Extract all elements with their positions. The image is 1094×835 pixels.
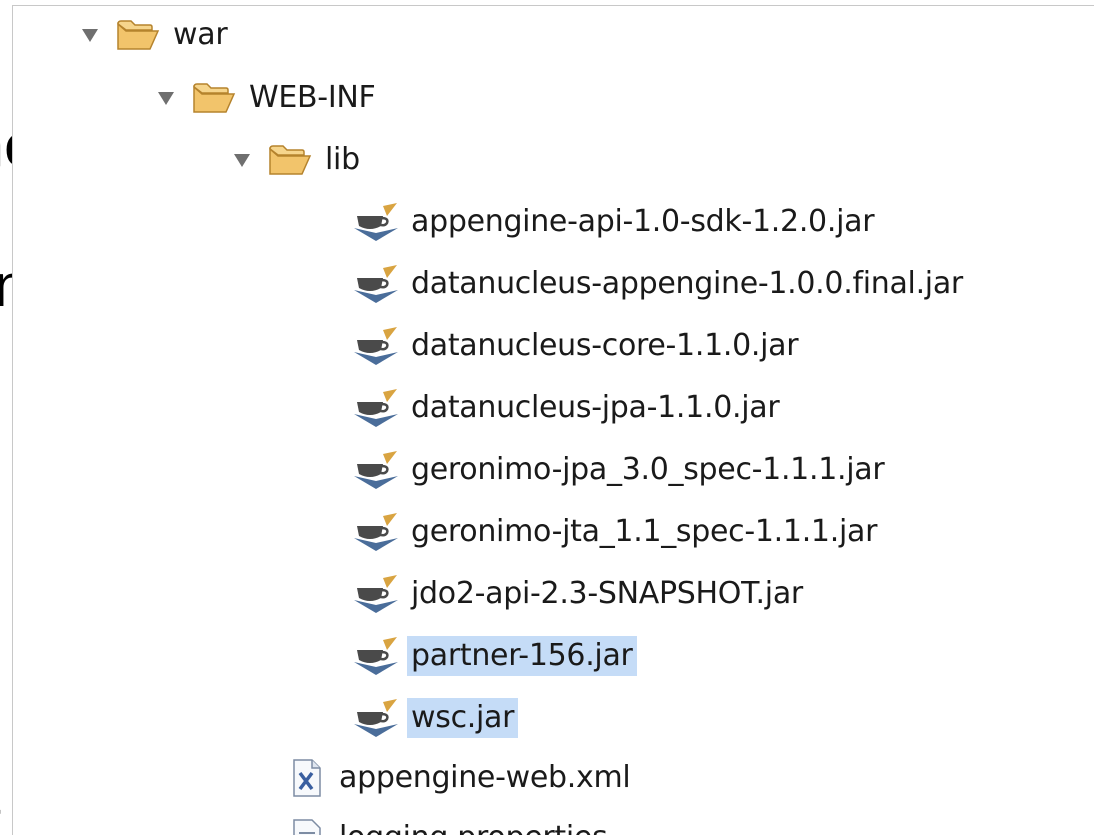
tree-item-label: geronimo-jpa_3.0_spec-1.1.1.jar xyxy=(411,452,885,487)
jar-icon xyxy=(353,698,399,738)
tree-item-war[interactable]: war xyxy=(79,13,231,57)
tree-item-label: datanucleus-core-1.1.0.jar xyxy=(411,328,799,363)
tree-item-label: partner-156.jar xyxy=(407,636,637,676)
tree-item-jar[interactable]: appengine-api-1.0-sdk-1.2.0.jar xyxy=(353,200,878,244)
expand-toggle-icon[interactable] xyxy=(79,25,101,45)
jar-icon xyxy=(353,450,399,490)
tree-item-jar-selected[interactable]: partner-156.jar xyxy=(353,634,637,678)
jar-icon xyxy=(353,264,399,304)
tree-item-label: geronimo-jta_1.1_spec-1.1.1.jar xyxy=(411,514,878,549)
tree-item-properties-file[interactable]: logging.properties xyxy=(287,816,611,835)
jar-icon xyxy=(353,636,399,676)
tree-item-label: datanucleus-jpa-1.1.0.jar xyxy=(411,390,780,425)
tree-item-jar[interactable]: datanucleus-core-1.1.0.jar xyxy=(353,324,802,368)
expand-toggle-icon[interactable] xyxy=(155,88,177,108)
tree-item-jar[interactable]: datanucleus-appengine-1.0.0.final.jar xyxy=(353,262,967,306)
open-folder-icon xyxy=(115,15,161,55)
jar-icon xyxy=(353,574,399,614)
tree-item-label: lib xyxy=(325,142,360,177)
jar-icon xyxy=(353,326,399,366)
tree-item-label: datanucleus-appengine-1.0.0.final.jar xyxy=(411,266,963,301)
tree-item-web-inf[interactable]: WEB-INF xyxy=(155,76,379,120)
text-file-icon xyxy=(287,818,327,835)
xml-file-icon xyxy=(287,758,327,798)
tree-item-label: wsc.jar xyxy=(407,698,519,738)
tree-item-jar-selected[interactable]: wsc.jar xyxy=(353,696,519,740)
tree-item-jar[interactable]: jdo2-api-2.3-SNAPSHOT.jar xyxy=(353,572,807,616)
tree-item-xml-file[interactable]: appengine-web.xml xyxy=(287,756,634,800)
jar-icon xyxy=(353,512,399,552)
open-folder-icon xyxy=(191,78,237,118)
project-tree-panel: war WEB-INF lib appengine-api-1.0-sdk-1.… xyxy=(12,5,1094,835)
tree-item-label: appengine-api-1.0-sdk-1.2.0.jar xyxy=(411,204,875,239)
tree-item-label: jdo2-api-2.3-SNAPSHOT.jar xyxy=(411,576,803,611)
tree-item-jar[interactable]: geronimo-jta_1.1_spec-1.1.1.jar xyxy=(353,510,881,554)
tree-item-label: war xyxy=(173,17,228,52)
expand-toggle-icon[interactable] xyxy=(231,150,253,170)
tree-item-lib[interactable]: lib xyxy=(231,138,364,182)
tree-item-jar[interactable]: datanucleus-jpa-1.1.0.jar xyxy=(353,386,783,430)
tree-item-label: appengine-web.xml xyxy=(339,760,631,795)
tree-item-label: logging.properties xyxy=(335,818,611,835)
open-folder-icon xyxy=(267,140,313,180)
tree-item-jar[interactable]: geronimo-jpa_3.0_spec-1.1.1.jar xyxy=(353,448,888,492)
tree-item-label: WEB-INF xyxy=(249,80,376,115)
jar-icon xyxy=(353,388,399,428)
jar-icon xyxy=(353,202,399,242)
